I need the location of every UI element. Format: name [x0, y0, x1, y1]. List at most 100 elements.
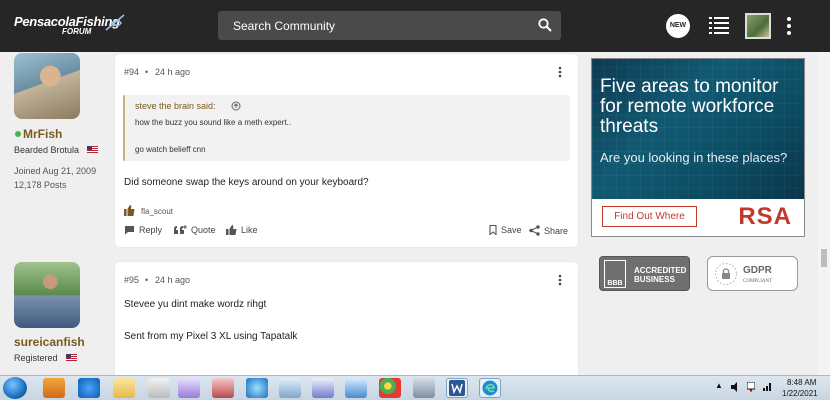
scrollbar-thumb[interactable] [821, 249, 827, 267]
jump-to-quote-icon[interactable] [231, 101, 241, 111]
ad-headline-line-2: for remote workforce [600, 96, 775, 117]
us-flag-icon [66, 354, 77, 361]
gdpr-subtitle: COMPLIANT [743, 279, 773, 284]
post-number[interactable]: #95 [124, 275, 139, 285]
edge-taskbar-button[interactable] [479, 378, 501, 398]
ad-headline-line-1: Five areas to monitor [600, 76, 779, 97]
thumbs-up-icon [226, 225, 237, 235]
share-label: Share [544, 225, 569, 236]
user-rank: Registered [14, 353, 58, 363]
ad-subline: Are you looking in these places? [600, 150, 788, 165]
user-post-count: 12,178 Posts [14, 180, 67, 190]
user-avatar-mrfish[interactable] [14, 53, 80, 119]
start-button[interactable] [3, 377, 27, 399]
ad-headline: Five areas to monitor for remote workfor… [600, 77, 800, 137]
bookmark-icon [489, 225, 497, 235]
post-menu-icon[interactable] [558, 66, 562, 78]
quote-text-line-2: go watch belieff cnn [135, 145, 206, 154]
post-separator: • [145, 275, 149, 285]
ad-cta-button[interactable]: Find Out Where [602, 206, 697, 227]
list-icon[interactable] [709, 16, 729, 34]
reply-icon [125, 226, 134, 235]
paint-icon[interactable] [212, 378, 234, 398]
word-taskbar-button[interactable] [446, 378, 468, 398]
like-button[interactable]: Like [226, 225, 258, 235]
quote-block: steve the brain said: how the buzz you s… [123, 95, 570, 161]
save-label: Save [501, 225, 522, 235]
gdpr-title: GDPR [743, 265, 772, 276]
bbb-text: ACCREDITED BUSINESS [634, 266, 686, 284]
bbb-text-line-1: ACCREDITED [634, 266, 687, 275]
quote-text-line-1: how the buzz you sound like a meth exper… [135, 118, 292, 127]
rsa-advertisement[interactable]: Five areas to monitor for remote workfor… [591, 58, 805, 237]
volume-icon[interactable] [731, 382, 741, 392]
photo-viewer-icon[interactable] [148, 378, 170, 398]
network-signal-icon[interactable] [763, 381, 773, 391]
site-logo[interactable]: PensacolaFishing FORUM [12, 12, 125, 38]
post-separator: • [145, 67, 149, 77]
share-button[interactable]: Share [529, 225, 568, 236]
like-reaction-icon [124, 205, 135, 216]
user-rank: Bearded Brotula [14, 145, 80, 155]
quote-author[interactable]: steve the brain said: [135, 101, 216, 111]
post-time: 24 h ago [155, 67, 191, 77]
save-button[interactable]: Save [489, 225, 522, 235]
quote-button[interactable]: Quote [173, 225, 216, 235]
page-scrollbar[interactable] [818, 52, 830, 375]
gdpr-lock-icon [715, 263, 737, 285]
post-time: 24 h ago [155, 275, 191, 285]
snipping-tool-icon[interactable] [345, 378, 367, 398]
clock-time[interactable]: 8:48 AM [787, 378, 816, 387]
ad-brand-logo: RSA [738, 203, 792, 230]
reply-label: Reply [139, 225, 163, 235]
share-icon [529, 225, 540, 236]
internet-explorer-icon[interactable] [78, 378, 100, 398]
account-avatar[interactable] [745, 13, 771, 39]
media-center-icon[interactable] [246, 378, 268, 398]
reaction-user[interactable]: fla_scout [141, 207, 173, 216]
user-joined: Joined Aug 21, 2009 [14, 166, 97, 176]
file-explorer-icon[interactable] [113, 378, 135, 398]
search-icon[interactable] [538, 18, 552, 32]
us-flag-icon [87, 146, 98, 153]
quote-label: Quote [191, 225, 216, 235]
network-icon[interactable] [413, 378, 435, 398]
user-avatar-sureicanfish[interactable] [14, 262, 80, 328]
chrome-icon[interactable] [379, 378, 401, 398]
ad-headline-line-3: threats [600, 116, 659, 137]
bbb-accredited-badge[interactable]: BBB ACCREDITED BUSINESS [599, 256, 690, 291]
bbb-text-line-2: BUSINESS [634, 275, 675, 284]
swordfish-icon [105, 14, 125, 31]
ad-footer: Find Out Where RSA [592, 199, 804, 236]
reply-button[interactable]: Reply [124, 225, 162, 235]
post-body: Did someone swap the keys around on your… [124, 177, 369, 188]
username-mrfish[interactable]: MrFish [23, 127, 62, 141]
outlook-icon[interactable] [312, 378, 334, 398]
more-menu-icon[interactable] [786, 16, 792, 36]
post-card-95: #95 • 24 h ago Stevee yu dint make wordz… [115, 262, 578, 382]
like-label: Like [241, 225, 258, 235]
post-number[interactable]: #94 [124, 67, 139, 77]
calculator-icon[interactable] [178, 378, 200, 398]
post-card-94: #94 • 24 h ago steve the brain said: how… [115, 54, 578, 247]
action-center-icon[interactable] [747, 382, 755, 392]
windows-taskbar: ▲ 8:48 AM 1/22/2021 [0, 375, 830, 400]
notepad-icon[interactable] [279, 378, 301, 398]
search-input[interactable] [233, 11, 533, 40]
new-posts-button[interactable]: NEW [666, 14, 690, 38]
top-nav: PensacolaFishing FORUM NEW [0, 0, 830, 52]
search-box[interactable] [218, 11, 561, 40]
gdpr-badge[interactable]: GDPR COMPLIANT [707, 256, 798, 291]
word-icon [449, 380, 465, 396]
quote-icon [174, 225, 187, 234]
post-body-line-1: Stevee yu dint make wordz rihgt [124, 299, 267, 310]
bbb-logo-icon: BBB [604, 260, 626, 288]
username-sureicanfish[interactable]: sureicanfish [14, 335, 85, 349]
post-menu-icon[interactable] [558, 274, 562, 286]
edge-icon [482, 380, 498, 396]
post-body-line-2: Sent from my Pixel 3 XL using Tapatalk [124, 331, 298, 342]
show-hidden-icons[interactable]: ▲ [715, 381, 723, 390]
media-player-icon[interactable] [43, 378, 65, 398]
online-indicator [15, 131, 21, 137]
clock-date[interactable]: 1/22/2021 [782, 389, 818, 398]
